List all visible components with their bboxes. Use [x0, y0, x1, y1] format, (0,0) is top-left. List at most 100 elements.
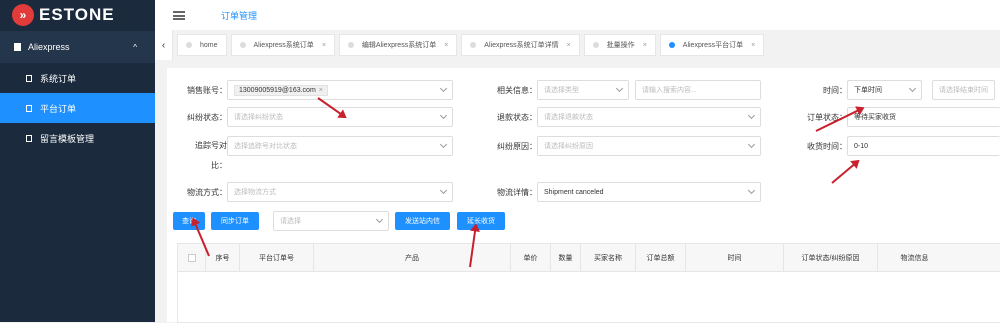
table-header: 序号 平台订单号 产品 单价 数量 买家名称 订单总额 时间 订单状态/纠纷原因…	[178, 244, 1000, 272]
select-all-checkbox[interactable]	[187, 253, 196, 262]
tab-home[interactable]: home	[177, 34, 227, 56]
time-label: 时间：	[823, 85, 847, 95]
close-icon[interactable]: ×	[444, 42, 448, 49]
tab-dot-icon	[239, 42, 246, 48]
time-type-value: 下单时间	[854, 87, 882, 94]
tracking-label-line2: 比：	[211, 161, 227, 170]
logistics-select[interactable]: 选择物流方式	[227, 182, 453, 202]
chevron-down-icon	[375, 215, 384, 224]
close-icon[interactable]: ×	[643, 42, 647, 49]
dispute-reason-select[interactable]: 请选择纠纷原因	[537, 136, 761, 156]
sync-orders-button[interactable]: 同步订单	[211, 212, 259, 230]
tab-label: Aliexpress平台订单	[682, 42, 744, 49]
logistics-detail-label: 物流详情：	[497, 187, 537, 197]
related-search-input[interactable]: 请输入搜索内容...	[635, 80, 761, 100]
chevron-down-icon	[439, 84, 448, 93]
tab-label: 批量操作	[606, 42, 635, 49]
dispute-label: 纠纷状态：	[187, 112, 227, 122]
top-header: 订单管理	[155, 0, 1000, 30]
close-icon[interactable]: ×	[322, 42, 326, 49]
tab-edit-system-order[interactable]: 编辑Aliexpress系统订单 ×	[338, 34, 458, 56]
tracking-label-line1: 追踪号对	[195, 141, 227, 150]
time-end-placeholder: 请选择结束时间	[939, 87, 988, 94]
logistics-detail-value: Shipment canceled	[544, 188, 604, 196]
related-type-placeholder: 请选择类型	[544, 87, 579, 94]
brand-name: ESTONE	[39, 5, 115, 24]
chevron-down-icon	[439, 186, 448, 195]
account-label: 销售账号：	[187, 85, 227, 95]
sidebar-item-platform-orders[interactable]: 平台订单	[0, 93, 155, 123]
chevron-down-icon	[747, 140, 756, 149]
dispute-placeholder: 请选择纠纷状态	[234, 114, 283, 121]
sidebar-item-message-templates[interactable]: 留言模板管理	[0, 123, 155, 153]
sidebar-item-system-orders[interactable]: 系统订单	[0, 63, 155, 93]
tab-system-orders[interactable]: Aliexpress系统订单 ×	[230, 34, 335, 56]
receive-time-label: 收货时间：	[807, 141, 847, 151]
tracking-placeholder: 选择追踪号对比状态	[234, 143, 297, 150]
chip-close-icon[interactable]: ×	[319, 87, 323, 94]
sidebar-item-label: 系统订单	[40, 73, 77, 84]
close-icon[interactable]: ×	[567, 42, 571, 49]
sidebar-group-aliexpress[interactable]: Aliexpress ^	[0, 31, 155, 63]
tab-bar: ‹ home Aliexpress系统订单 × 编辑Aliexpress系统订单 ×…	[155, 30, 1000, 60]
column-header: 物流信息	[900, 254, 929, 262]
chevron-down-icon	[439, 111, 448, 120]
tab-dot-icon	[668, 42, 675, 48]
order-status-select[interactable]: 等待买家收货	[847, 107, 1000, 127]
related-search-placeholder: 请输入搜索内容...	[642, 87, 697, 94]
orders-table: 序号 平台订单号 产品 单价 数量 买家名称 订单总额 时间 订单状态/纠纷原因…	[177, 243, 1000, 323]
sidebar: » ESTONE Aliexpress ^ 系统订单 平台订单 留言模板管理	[0, 0, 155, 322]
select-all-cell	[178, 244, 206, 271]
batch-action-placeholder: 请选择	[280, 218, 301, 225]
menu-toggle-icon[interactable]	[173, 10, 185, 20]
store-icon	[14, 43, 21, 51]
logistics-detail-select[interactable]: Shipment canceled	[537, 182, 761, 202]
receive-time-value: 0-10	[854, 142, 869, 150]
logo-icon: »	[12, 4, 34, 26]
account-chip: 13009005919@163.com ×	[234, 84, 328, 96]
close-icon[interactable]: ×	[751, 42, 755, 49]
logo: » ESTONE	[0, 0, 155, 30]
tab-dot-icon	[186, 42, 192, 48]
chevron-down-icon	[908, 84, 917, 93]
tab-system-order-detail[interactable]: Aliexpress系统订单详情 ×	[461, 34, 580, 56]
page-title: 订单管理	[221, 10, 258, 21]
receive-time-input[interactable]: 0-10	[847, 136, 1000, 156]
column-header: 数量	[551, 244, 581, 271]
logistics-placeholder: 选择物流方式	[234, 189, 276, 196]
extend-receive-button[interactable]: 延长收货	[457, 212, 505, 230]
main-content: 销售账号： 13009005919@163.com × 相关信息： 请选择类型 请…	[167, 68, 1000, 323]
sidebar-group-label: Aliexpress	[28, 42, 70, 52]
logistics-label: 物流方式：	[187, 187, 227, 197]
tracking-label: 追踪号对 比：	[167, 136, 227, 176]
account-select[interactable]: 13009005919@163.com ×	[227, 80, 453, 100]
related-label: 相关信息：	[497, 85, 537, 95]
account-chip-value: 13009005919@163.com	[239, 86, 316, 94]
column-header: 买家名称	[581, 244, 636, 271]
column-header: 订单状态/纠纷原因	[784, 244, 878, 271]
column-header: 序号	[206, 244, 240, 271]
dispute-reason-placeholder: 请选择纠纷原因	[544, 143, 593, 150]
tab-platform-orders[interactable]: Aliexpress平台订单 ×	[659, 34, 765, 56]
batch-action-select[interactable]: 请选择	[273, 211, 389, 231]
tab-dot-icon	[470, 42, 477, 48]
tab-dot-icon	[592, 42, 599, 48]
send-message-button[interactable]: 发送站内信	[395, 212, 450, 230]
column-header: 产品	[314, 244, 511, 271]
dispute-reason-label: 纠纷原因：	[497, 141, 537, 151]
tab-dot-icon	[347, 42, 354, 48]
chevron-up-icon: ^	[133, 42, 137, 52]
message-icon	[26, 134, 32, 142]
tab-batch[interactable]: 批量操作 ×	[583, 34, 656, 56]
time-end-input[interactable]: 请选择结束时间	[932, 80, 995, 100]
column-header: 平台订单号	[240, 244, 314, 271]
chevron-left-icon[interactable]: ‹	[155, 30, 173, 60]
tracking-compare-select[interactable]: 选择追踪号对比状态	[227, 136, 453, 156]
sidebar-item-label: 留言模板管理	[40, 133, 95, 144]
time-type-select[interactable]: 下单时间	[847, 80, 922, 100]
tab-label: 编辑Aliexpress系统订单	[361, 42, 437, 49]
refund-select[interactable]: 请选择退款状态	[537, 107, 761, 127]
column-header: 订单总额	[636, 244, 686, 271]
chevron-down-icon	[747, 186, 756, 195]
related-type-select[interactable]: 请选择类型	[537, 80, 629, 100]
